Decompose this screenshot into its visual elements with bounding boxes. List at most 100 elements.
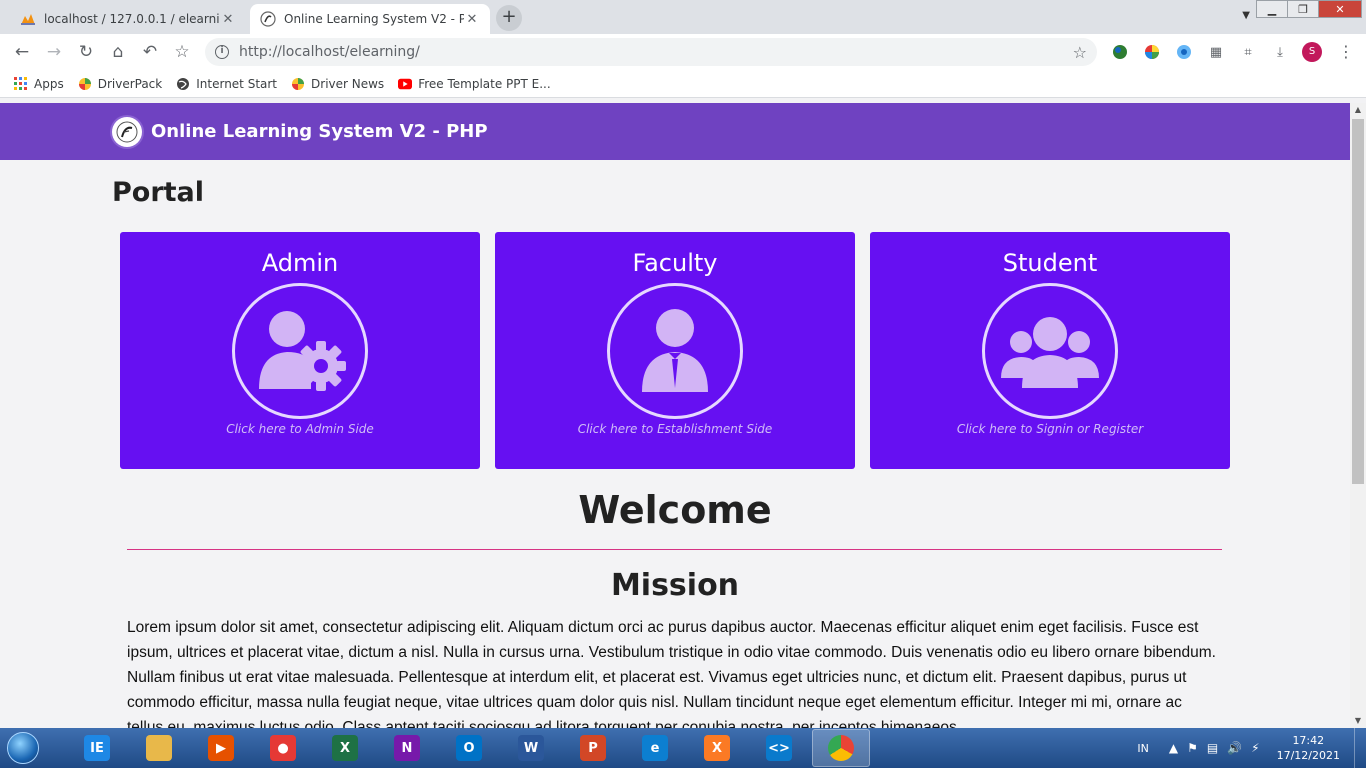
taskbar-app-button[interactable]: W — [502, 729, 560, 767]
new-tab-button[interactable]: + — [496, 5, 522, 31]
card-subtitle: Click here to Signin or Register — [956, 422, 1144, 436]
clock-time: 17:42 — [1292, 734, 1325, 747]
bookmarks-bar: Apps DriverPack Internet Start Driver Ne… — [0, 70, 1366, 98]
home-icon[interactable]: ⌂ — [102, 36, 134, 68]
bookmark-apps[interactable]: Apps — [14, 76, 64, 91]
minimize-button[interactable]: ▁ — [1256, 0, 1288, 18]
taskbar-app-button[interactable] — [812, 729, 870, 767]
vscode-icon: <> — [766, 735, 792, 761]
crop-icon[interactable]: ⌗ — [1238, 42, 1258, 62]
mission-paragraph: Lorem ipsum dolor sit amet, consectetur … — [127, 619, 1216, 728]
tab-search-chevron-icon[interactable]: ▼ — [1242, 10, 1250, 21]
mission-heading: Mission — [610, 568, 740, 603]
taskbar-app-button[interactable]: X — [316, 729, 374, 767]
chrome-icon — [828, 735, 854, 761]
taskbar-app-button[interactable]: X — [688, 729, 746, 767]
download-icon[interactable]: ⤓ — [1270, 42, 1290, 62]
clock[interactable]: 17:42 17/12/2021 — [1277, 733, 1340, 763]
forward-arrow-icon[interactable]: → — [38, 36, 70, 68]
volume-icon[interactable]: 🔊 — [1227, 741, 1242, 755]
bookmark-driver-news[interactable]: Driver News — [291, 77, 384, 91]
onenote-icon: N — [394, 735, 420, 761]
xampp-icon: X — [704, 735, 730, 761]
bookmark-label: Apps — [34, 76, 64, 91]
bookmark-internet-start[interactable]: Internet Start — [176, 77, 277, 91]
browser-toolbar: ← → ↻ ⌂ ↶ ☆ i http://localhost/elearning… — [0, 34, 1366, 70]
card-title: Admin — [261, 249, 339, 277]
extension-shield-icon[interactable] — [1174, 42, 1194, 62]
elearning-logo-icon — [260, 11, 276, 27]
reload-icon[interactable]: ↻ — [70, 36, 102, 68]
tray-expand-icon[interactable]: ▲ — [1169, 741, 1178, 755]
taskbar-app-button[interactable]: IE — [68, 729, 126, 767]
network-icon[interactable]: ▤ — [1207, 741, 1218, 755]
tab-phpmyadmin[interactable]: localhost / 127.0.0.1 / elearning / ✕ — [10, 4, 246, 34]
extension-color-icon[interactable] — [1142, 42, 1162, 62]
page-scrollbar[interactable]: ▲ ▼ — [1350, 103, 1366, 728]
taskbar-app-button[interactable]: <> — [750, 729, 808, 767]
language-indicator[interactable]: IN — [1137, 742, 1148, 755]
back-arrow-icon[interactable]: ← — [6, 36, 38, 68]
admin-gear-icon — [232, 283, 368, 419]
scroll-thumb[interactable] — [1352, 119, 1364, 484]
students-group-icon — [982, 283, 1118, 419]
start-button[interactable] — [0, 728, 46, 768]
youtube-icon — [398, 77, 413, 91]
close-tab-icon[interactable]: ✕ — [464, 12, 480, 27]
faculty-person-icon — [607, 283, 743, 419]
more-menu-icon[interactable]: ⋮ — [1338, 42, 1354, 61]
extension-globe-icon[interactable] — [1110, 42, 1130, 62]
bookmark-label: Driver News — [311, 76, 385, 91]
windows-taskbar: IE ▶ ● X N O W Pe X <> IN ▲ ⚑ ▤ 🔊 ⚡ 17:42 17/12/2… — [0, 728, 1366, 768]
maximize-button[interactable]: ❐ — [1287, 0, 1319, 18]
taskbar-app-button[interactable]: P — [564, 729, 622, 767]
card-title: Student — [1002, 249, 1098, 277]
portal-heading: Portal — [112, 177, 205, 208]
undo-icon[interactable]: ↶ — [134, 36, 166, 68]
word-icon: W — [518, 735, 544, 761]
browser-tab-bar: localhost / 127.0.0.1 / elearning / ✕ On… — [0, 0, 1366, 34]
site-logo-icon[interactable] — [112, 116, 142, 147]
card-subtitle: Click here to Establishment Side — [577, 422, 773, 436]
scroll-down-arrow-icon[interactable]: ▼ — [1350, 714, 1366, 728]
address-bar[interactable]: i http://localhost/elearning/ ☆ — [205, 38, 1097, 66]
faculty-card[interactable]: Faculty Click here to Establishment Side — [495, 232, 855, 469]
close-tab-icon[interactable]: ✕ — [220, 12, 236, 27]
taskbar-app-button[interactable]: ▶ — [192, 729, 250, 767]
excel-icon: X — [332, 735, 358, 761]
profile-avatar[interactable]: S — [1302, 42, 1322, 62]
bookmark-page-star-icon[interactable]: ☆ — [1073, 43, 1087, 62]
student-card[interactable]: Student Click here to Signin or Register — [870, 232, 1230, 469]
taskbar-app-button[interactable] — [130, 729, 188, 767]
tab-title: localhost / 127.0.0.1 / elearning / — [44, 12, 220, 26]
tab-elearning[interactable]: Online Learning System V2 - PHP ✕ — [250, 4, 490, 34]
powerpoint-icon: P — [580, 735, 606, 761]
taskbar-app-button[interactable]: e — [626, 729, 684, 767]
scroll-up-arrow-icon[interactable]: ▲ — [1350, 103, 1366, 117]
taskbar-app-button[interactable]: O — [440, 729, 498, 767]
bookmark-label: DriverPack — [97, 76, 163, 91]
bookmark-driverpack[interactable]: DriverPack — [78, 76, 163, 91]
media-player-icon: ▶ — [208, 735, 234, 761]
extensions-puzzle-icon[interactable]: ▦ — [1206, 42, 1226, 62]
taskbar-apps: IE ▶ ● X N O W Pe X <> — [66, 729, 872, 767]
url-text: http://localhost/elearning/ — [239, 44, 420, 60]
bookmark-label: Free Template PPT E... — [418, 76, 551, 91]
taskbar-app-button[interactable]: ● — [254, 729, 312, 767]
windows-logo-icon — [7, 732, 39, 764]
app-title[interactable]: Online Learning System V2 - PHP — [151, 121, 488, 142]
close-window-button[interactable]: ✕ — [1318, 0, 1362, 18]
outlook-icon: O — [456, 735, 482, 761]
bookmark-free-template[interactable]: Free Template PPT E... — [398, 77, 551, 91]
tab-title: Online Learning System V2 - PHP — [284, 12, 464, 26]
admin-card[interactable]: Admin Click here to Admin Side — [120, 232, 480, 469]
app-navbar: Online Learning System V2 - PHP — [0, 103, 1350, 160]
internet-explorer-icon: IE — [84, 735, 110, 761]
taskbar-app-button[interactable]: N — [378, 729, 436, 767]
power-icon[interactable]: ⚡ — [1251, 741, 1259, 755]
show-desktop-button[interactable] — [1354, 728, 1366, 768]
action-center-flag-icon[interactable]: ⚑ — [1187, 741, 1198, 755]
bookmark-star-icon[interactable]: ☆ — [166, 36, 198, 68]
edge-icon: e — [642, 735, 668, 761]
site-info-icon[interactable]: i — [215, 45, 229, 59]
